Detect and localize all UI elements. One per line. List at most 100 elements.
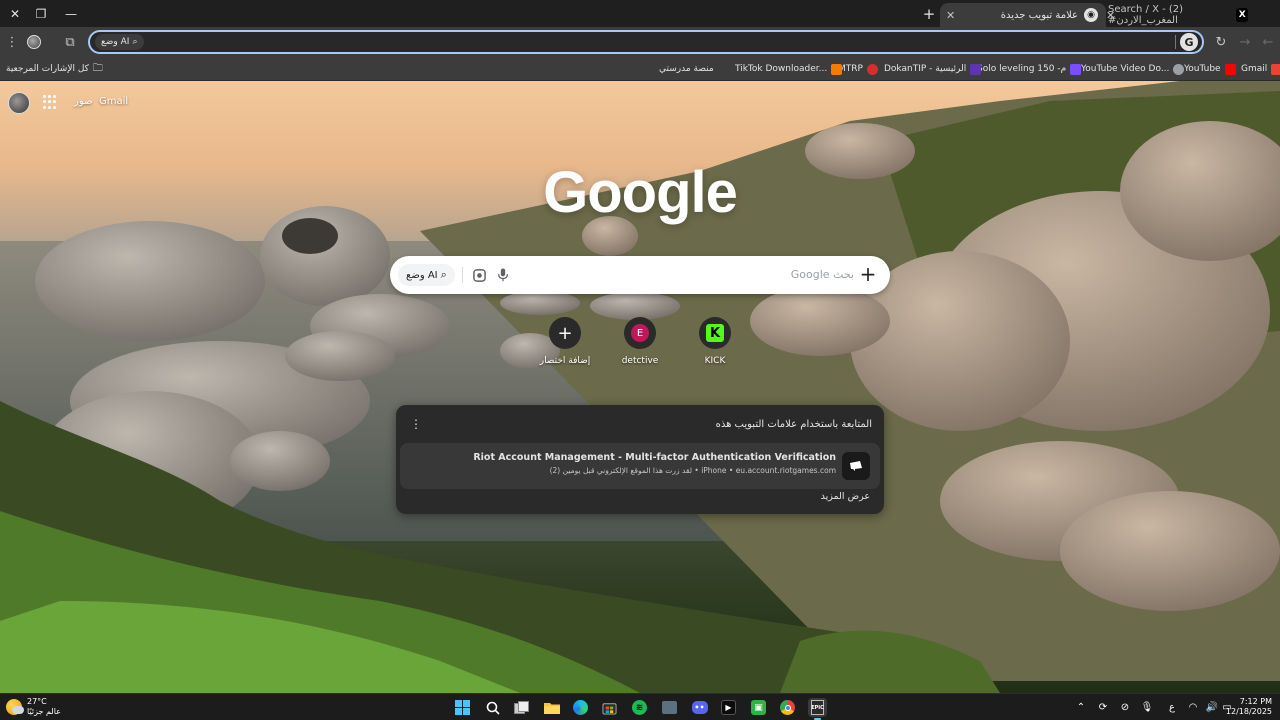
task-view-button[interactable] [512,698,531,717]
new-tab-page: صور Gmail Google وضع AI ⌕ بحث Google + K… [0,81,1280,693]
search-placeholder: بحث Google [790,268,854,281]
all-bookmarks-button[interactable]: كل الإشارات المرجعية 🗀 [6,61,103,77]
kick-icon: K [706,324,724,342]
gmail-icon [1271,63,1280,75]
discord-icon: •• [691,701,708,714]
ai-mode-chip[interactable]: وضع AI ⌕ [95,34,144,50]
tab-close-icon[interactable]: ✕ [1106,9,1115,22]
clock-date: 12/18/2025 [1225,707,1272,716]
ai-mode-button[interactable]: وضع AI ⌕ [398,264,455,286]
recent-tab-item[interactable]: Riot Account Management - Multi-factor A… [400,443,880,489]
store-button[interactable] [600,698,619,717]
kebab-menu-icon: ⋮ [5,34,19,50]
bookmark-tiktok-downloader[interactable]: TikTok Downloader... [735,61,843,77]
android-app-button[interactable]: ▣ [749,698,768,717]
clock[interactable]: 7:12 PM 12/18/2025 [1226,697,1272,717]
arrow-left-icon: ← [1262,34,1274,50]
letter-e-icon: E [631,324,649,342]
folder-icon [543,703,560,714]
ntp-search-box[interactable]: وضع AI ⌕ بحث Google + [390,256,890,294]
recent-tab-subtitle: iPhone • eu.account.riotgames.com • لقد … [549,466,836,475]
bookmark-dokantip[interactable]: DokanTIP - الرئيسية [884,61,982,77]
ai-mode-label: وضع AI [406,269,438,281]
shortcut-label: إضافة اختصار [539,356,591,366]
bookmark-favicon-icon [831,63,843,75]
bookmark-mtrp[interactable]: MTRP [838,61,878,77]
divider [462,267,463,283]
tab-x-search[interactable]: X Search / X - (2) #المغرب_الاردن ✕ [1100,3,1256,27]
sync-icon[interactable]: ⟳ [1096,700,1110,714]
bookmark-madrasati[interactable]: منصة مدرستي [659,61,714,77]
weather-widget[interactable]: 27°C عالم جزئيًا [6,697,61,717]
x-logo-icon: X [1236,8,1248,22]
edge-button[interactable] [571,698,590,717]
microphone-icon[interactable]: 🎙 [1140,700,1154,714]
shortcut-kick[interactable]: K KICK [680,317,750,366]
riot-games-icon [842,452,870,480]
bookmark-youtube[interactable]: YouTube [1184,61,1236,77]
task-view-icon [514,701,529,714]
minimize-icon: — [65,6,77,21]
chevron-up-icon[interactable]: ⌃ [1074,700,1088,714]
language-indicator[interactable]: ع [1165,700,1179,714]
chrome-icon: ◉ [1084,8,1098,22]
bookmark-youtube-video-downloader[interactable]: YouTube Video Do... [1081,61,1185,77]
google-lens-badge[interactable]: G [1180,33,1198,51]
continue-with-tabs-card: المتابعة باستخدام علامات التبويب هذه ⋮ R… [396,405,884,514]
reload-button[interactable]: ↻ [1211,32,1231,52]
bookmark-solo-leveling[interactable]: Solo leveling 150 -م [977,61,1082,77]
shortcut-icon: E [624,317,656,349]
shortcut-label: detctive [621,356,659,366]
volume-icon[interactable]: 🔊 [1205,700,1219,714]
google-lens-icon[interactable] [470,266,488,284]
plus-icon[interactable]: + [858,264,878,285]
shortcut-icon: K [699,317,731,349]
profile-button[interactable] [24,32,44,52]
microphone-icon[interactable] [494,266,512,284]
chrome-button[interactable] [778,698,797,717]
start-button[interactable] [453,698,472,717]
search-button[interactable] [483,698,502,717]
bookmark-favicon-icon [1070,63,1082,75]
tab-new-tab[interactable]: ◉ علامة تبويب جديدة ✕ [940,3,1106,27]
sparkle-search-icon: ⌕ [440,268,447,281]
back-button[interactable]: ← [1258,32,1278,52]
extensions-button[interactable]: ⧉ [60,32,80,52]
show-more-link[interactable]: عرض المزيد [821,491,870,502]
window-restore-button[interactable]: ❐ [26,0,56,27]
app-button[interactable] [660,698,679,717]
bookmarks-bar: كل الإشارات المرجعية 🗀 Gmail YouTube You… [0,57,1280,81]
no-network-icon[interactable]: ⊘ [1118,700,1132,714]
discord-button[interactable]: •• [690,698,709,717]
restore-icon: ❐ [35,6,47,21]
gmail-link[interactable]: Gmail [99,96,128,107]
chrome-menu-button[interactable]: ⋮ [2,32,22,52]
window-minimize-button[interactable]: — [56,0,86,27]
arrow-right-icon: → [1239,34,1251,50]
folder-icon: 🗀 [92,62,103,74]
partly-sunny-icon [6,699,24,715]
card-title: المتابعة باستخدام علامات التبويب هذه [715,419,872,430]
bookmark-gmail[interactable]: Gmail [1241,61,1280,77]
wifi-icon[interactable]: ◠ [1186,700,1200,714]
ntp-profile-avatar[interactable] [8,92,30,114]
kebab-menu-icon[interactable]: ⋮ [410,417,422,431]
images-link[interactable]: صور [74,96,93,107]
ai-mode-label: وضع AI [101,37,130,47]
recent-tab-title: Riot Account Management - Multi-factor A… [473,452,836,463]
tab-close-icon[interactable]: ✕ [946,9,955,22]
omnibox[interactable]: وضع AI ⌕ G [88,30,1204,54]
file-explorer-button[interactable] [542,698,561,717]
spotify-icon: ≋ [632,700,647,715]
epic-games-button[interactable]: EPIC [808,698,827,720]
epic-games-icon: EPIC [811,700,824,715]
android-icon: ▣ [751,700,766,715]
google-apps-icon[interactable] [43,95,57,109]
spotify-button[interactable]: ≋ [630,698,649,717]
forward-button[interactable]: → [1235,32,1255,52]
add-shortcut-button[interactable]: + إضافة اختصار [530,317,600,366]
capcut-button[interactable]: ▶ [719,698,738,717]
shortcut-detctive[interactable]: E detctive [605,317,675,366]
bookmark-favicon-icon [970,63,982,75]
windows-icon [455,700,470,715]
